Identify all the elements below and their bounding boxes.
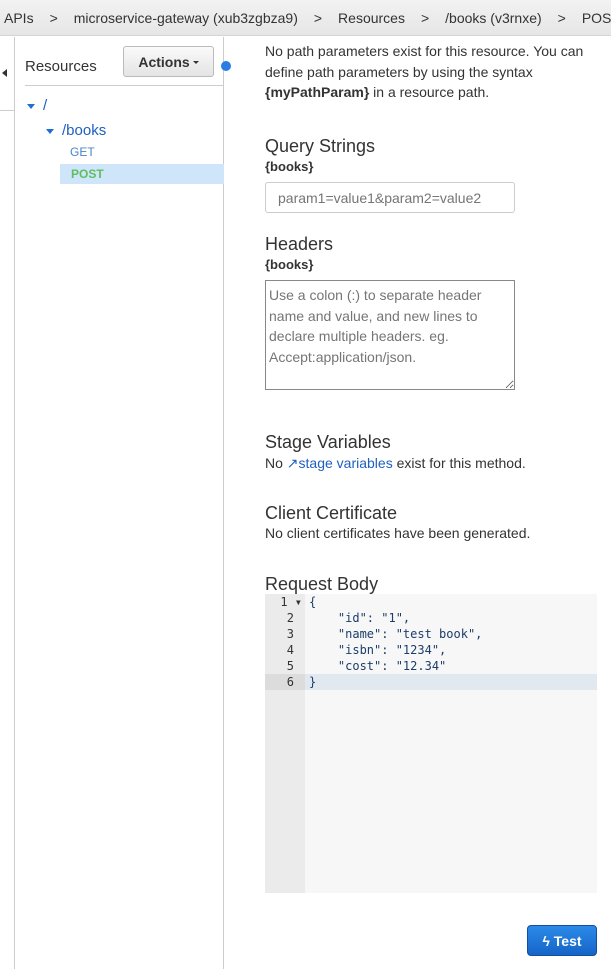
path-param-syntax: {myPathParam} — [265, 84, 370, 100]
path-params-text: No path parameters exist for this resour… — [265, 41, 605, 103]
breadcrumb: APIs > microservice-gateway (xub3zgbza9) >… — [0, 0, 611, 36]
tree-node-root[interactable]: / — [27, 97, 47, 114]
resize-handle[interactable] — [221, 61, 231, 71]
node-label: / — [43, 97, 48, 114]
code-line[interactable]: 2 "id": "1", — [265, 610, 597, 626]
crumb-resource[interactable]: /books (v3rnxe) — [445, 10, 541, 26]
stage-variables-title: Stage Variables — [265, 432, 391, 452]
stage-variables-link[interactable]: ↗stage variables — [287, 455, 393, 471]
line-number: 6 — [265, 674, 305, 690]
query-strings-title: Query Strings — [265, 136, 376, 156]
code-text: "isbn": "1234", — [309, 643, 447, 657]
caret-down-icon — [192, 61, 199, 65]
line-number: 1 ▾ — [280, 595, 302, 609]
headers-textarea[interactable] — [265, 280, 515, 390]
path-params-text-1: No path parameters exist for this resour… — [265, 43, 584, 80]
request-body-title: Request Body — [265, 574, 379, 594]
crumb-sep: > — [313, 9, 323, 26]
crumb-sep: > — [420, 9, 430, 26]
node-label: /books — [62, 122, 107, 139]
test-label: Test — [553, 932, 582, 949]
path-params-text-2: in a resource path. — [369, 84, 490, 100]
request-body-editor[interactable]: 1 ▾{2 "id": "1", 3 "name": "test book", 4 … — [265, 594, 597, 893]
nav-collapse-strip — [0, 37, 15, 969]
stage-text-post: exist for this method. — [392, 455, 526, 471]
crumb-method: POST — [581, 9, 611, 26]
code-line[interactable]: 4 "isbn": "1234", — [265, 642, 597, 658]
line-number: 4 — [286, 643, 294, 657]
stage-link-label: stage variables — [298, 455, 393, 471]
query-strings-sub: {books} — [265, 159, 314, 174]
external-link-icon: ↗ — [286, 455, 299, 471]
crumb-sep: > — [49, 9, 58, 26]
resources-title: Resources — [25, 58, 97, 75]
actions-label: Actions — [138, 53, 190, 70]
code-line[interactable]: 1 ▾ { — [265, 594, 597, 610]
line-number: 3 — [286, 627, 294, 641]
expand-triangle-icon[interactable] — [46, 128, 54, 134]
crumb-apis[interactable]: APIs — [4, 10, 34, 26]
stage-text-pre: No — [265, 455, 287, 471]
code-line[interactable]: 6} — [265, 674, 597, 690]
client-certificate-text: No client certificates have been generat… — [265, 525, 531, 541]
divider — [25, 85, 224, 86]
line-number: 5 — [286, 659, 294, 673]
crumb-api[interactable]: microservice-gateway (xub3zgbza9) — [74, 10, 298, 26]
actions-button[interactable]: Actions — [123, 46, 214, 77]
tree-node-books[interactable]: /books — [46, 122, 106, 139]
code-line[interactable]: 5 "cost": "12.34" — [265, 658, 597, 674]
crumb-resources[interactable]: Resources — [338, 10, 405, 26]
query-strings-input[interactable] — [265, 182, 515, 213]
lightning-icon: ϟ — [542, 932, 550, 949]
code-text: "id": "1", — [309, 611, 411, 625]
test-button[interactable]: ϟ Test — [527, 925, 597, 956]
headers-sub: {books} — [265, 257, 314, 272]
code-text: { — [309, 595, 317, 609]
code-line[interactable]: 3 "name": "test book", — [265, 626, 597, 642]
stage-variables-text: No ↗stage variables exist for this metho… — [265, 453, 526, 474]
line-number: 2 — [286, 611, 294, 625]
tree-method-get[interactable]: GET — [70, 145, 95, 159]
code-text: "name": "test book", — [309, 627, 483, 641]
code-text: } — [309, 675, 317, 689]
divider — [0, 110, 15, 111]
resources-panel: Resources Actions / /books GET POST — [25, 37, 224, 969]
client-certificate-title: Client Certificate — [265, 503, 398, 523]
crumb-sep: > — [557, 9, 566, 26]
headers-title: Headers — [265, 234, 334, 254]
tree-method-post[interactable]: POST — [60, 164, 224, 184]
expand-triangle-icon[interactable] — [27, 103, 35, 109]
collapse-arrow-icon[interactable] — [2, 69, 7, 77]
code-text: "cost": "12.34" — [309, 659, 447, 673]
